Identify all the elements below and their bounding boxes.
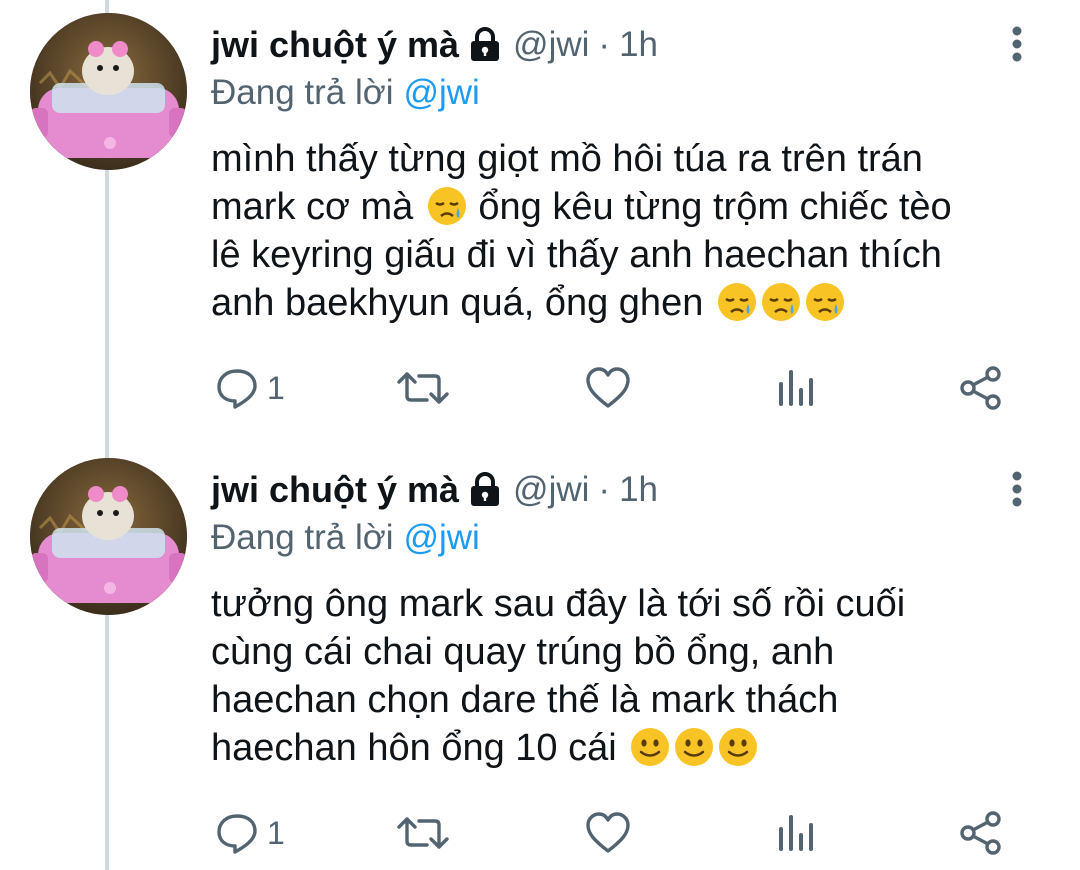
tweet-header: jwi chuột ý mà @jwi · 1h	[211, 22, 658, 68]
tweet-text-segment: ổng kêu từng trộm chiếc tèo	[478, 186, 952, 228]
tweet-text: tưởng ông mark sau đây là tới số rồi cuố…	[211, 580, 1051, 772]
avatar[interactable]	[30, 13, 187, 170]
display-name[interactable]: jwi chuột ý mà	[211, 24, 459, 66]
retweet-icon	[397, 372, 449, 404]
analytics-icon	[779, 370, 813, 406]
separator-dot: ·	[598, 25, 611, 64]
lock-icon	[469, 26, 501, 68]
display-name[interactable]: jwi chuột ý mà	[211, 469, 459, 511]
replying-to-label: Đang trả lời	[211, 73, 394, 112]
share-button[interactable]	[958, 360, 1004, 416]
share-button[interactable]	[958, 805, 1004, 861]
more-options-icon[interactable]	[1004, 469, 1030, 509]
heart-icon	[586, 812, 630, 853]
reply-icon	[217, 369, 257, 409]
tweet-actions: 1	[0, 360, 1080, 416]
replying-to-handle[interactable]: @jwi	[403, 73, 479, 113]
replying-to: Đang trả lời @jwi	[211, 515, 480, 561]
retweet-button[interactable]	[397, 360, 449, 416]
analytics-button[interactable]	[776, 805, 816, 861]
sad-but-relieved-face-icon	[805, 283, 844, 321]
like-button[interactable]	[585, 805, 631, 861]
user-handle[interactable]: @jwi	[513, 470, 589, 510]
tweet-text-line: haechan hôn ổng 10 cái	[211, 724, 1051, 772]
replying-to: Đang trả lời @jwi	[211, 70, 480, 116]
retweet-icon	[397, 817, 449, 849]
reply-count: 1	[267, 814, 285, 851]
share-icon	[960, 366, 1001, 410]
sad-but-relieved-face-icon	[761, 283, 800, 321]
pink-car-hamster-avatar-icon	[30, 458, 187, 615]
more-options-icon[interactable]	[1004, 24, 1030, 64]
sad-but-relieved-face-icon	[717, 283, 756, 321]
reply-button[interactable]: 1	[215, 805, 285, 861]
tweet-actions: 1	[0, 805, 1080, 861]
slightly-smiling-face-icon	[675, 728, 714, 766]
slightly-smiling-face-icon	[631, 728, 670, 766]
like-button[interactable]	[585, 360, 631, 416]
replying-to-handle[interactable]: @jwi	[403, 518, 479, 558]
tweet-text: mình thấy từng giọt mồ hôi túa ra trên t…	[211, 135, 1051, 327]
tweet-text-line: mark cơ mà ổng kêu từng trộm chiếc tèo	[211, 183, 1051, 231]
pink-car-hamster-avatar-icon	[30, 13, 187, 170]
user-handle[interactable]: @jwi	[513, 25, 589, 65]
tweet[interactable]: jwi chuột ý mà @jwi · 1h Đang trả lời @j…	[0, 445, 1080, 870]
analytics-button[interactable]	[776, 360, 816, 416]
reply-button[interactable]: 1	[215, 360, 285, 416]
tweet-text-segment: haechan hôn ổng 10 cái	[211, 727, 617, 769]
share-icon	[960, 811, 1001, 855]
timestamp[interactable]: 1h	[619, 25, 658, 65]
replying-to-label: Đang trả lời	[211, 518, 394, 557]
tweet-header: jwi chuột ý mà @jwi · 1h	[211, 467, 658, 513]
tweet-text-line: tưởng ông mark sau đây là tới số rồi cuố…	[211, 583, 906, 625]
heart-icon	[586, 367, 630, 408]
tweet-text-line: anh baekhyun quá, ổng ghen	[211, 279, 1051, 327]
analytics-icon	[779, 815, 813, 851]
lock-icon	[469, 471, 501, 513]
tweet-text-line: lê keyring giấu đi vì thấy anh haechan t…	[211, 234, 942, 276]
retweet-button[interactable]	[397, 805, 449, 861]
tweet-text-line: mình thấy từng giọt mồ hôi túa ra trên t…	[211, 138, 923, 180]
reply-count: 1	[267, 369, 285, 406]
slightly-smiling-face-icon	[719, 728, 758, 766]
tweet-text-line: cùng cái chai quay trúng bồ ổng, anh	[211, 631, 835, 673]
timestamp[interactable]: 1h	[619, 470, 658, 510]
tweet-text-segment: mark cơ mà	[211, 186, 414, 228]
tweet[interactable]: jwi chuột ý mà @jwi · 1h Đang trả lời @j…	[0, 0, 1080, 440]
tweet-text-segment: anh baekhyun quá, ổng ghen	[211, 282, 704, 324]
reply-icon	[217, 814, 257, 854]
separator-dot: ·	[598, 470, 611, 509]
sad-but-relieved-face-icon	[427, 187, 466, 225]
tweet-text-line: haechan chọn dare thế là mark thách	[211, 679, 839, 721]
avatar[interactable]	[30, 458, 187, 615]
